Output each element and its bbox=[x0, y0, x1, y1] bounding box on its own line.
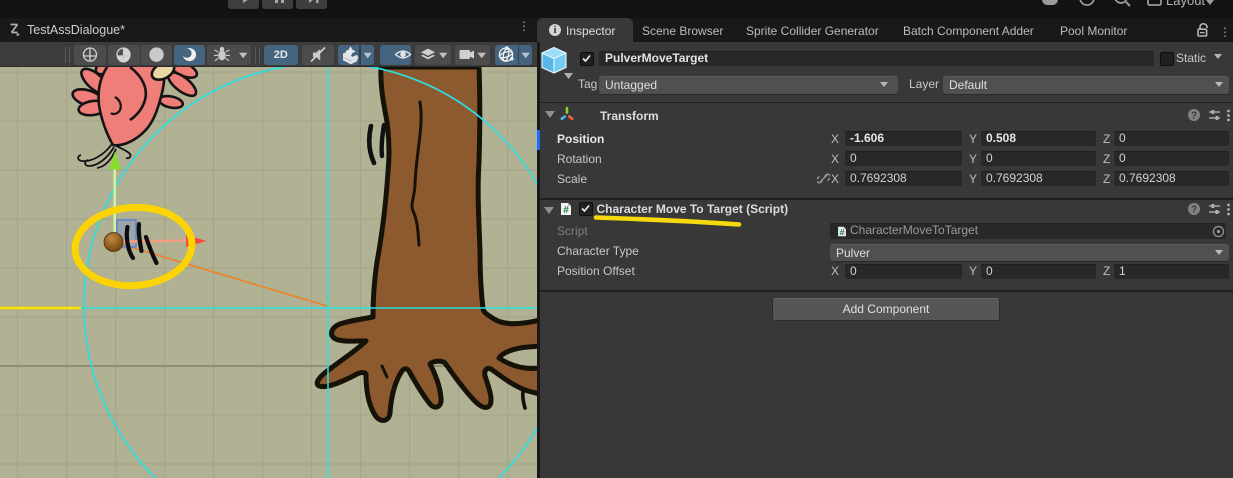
svg-text:?: ? bbox=[1191, 205, 1197, 216]
svg-text:#: # bbox=[563, 205, 569, 216]
svg-text:#: # bbox=[840, 227, 845, 237]
svg-text:?: ? bbox=[1191, 111, 1197, 122]
